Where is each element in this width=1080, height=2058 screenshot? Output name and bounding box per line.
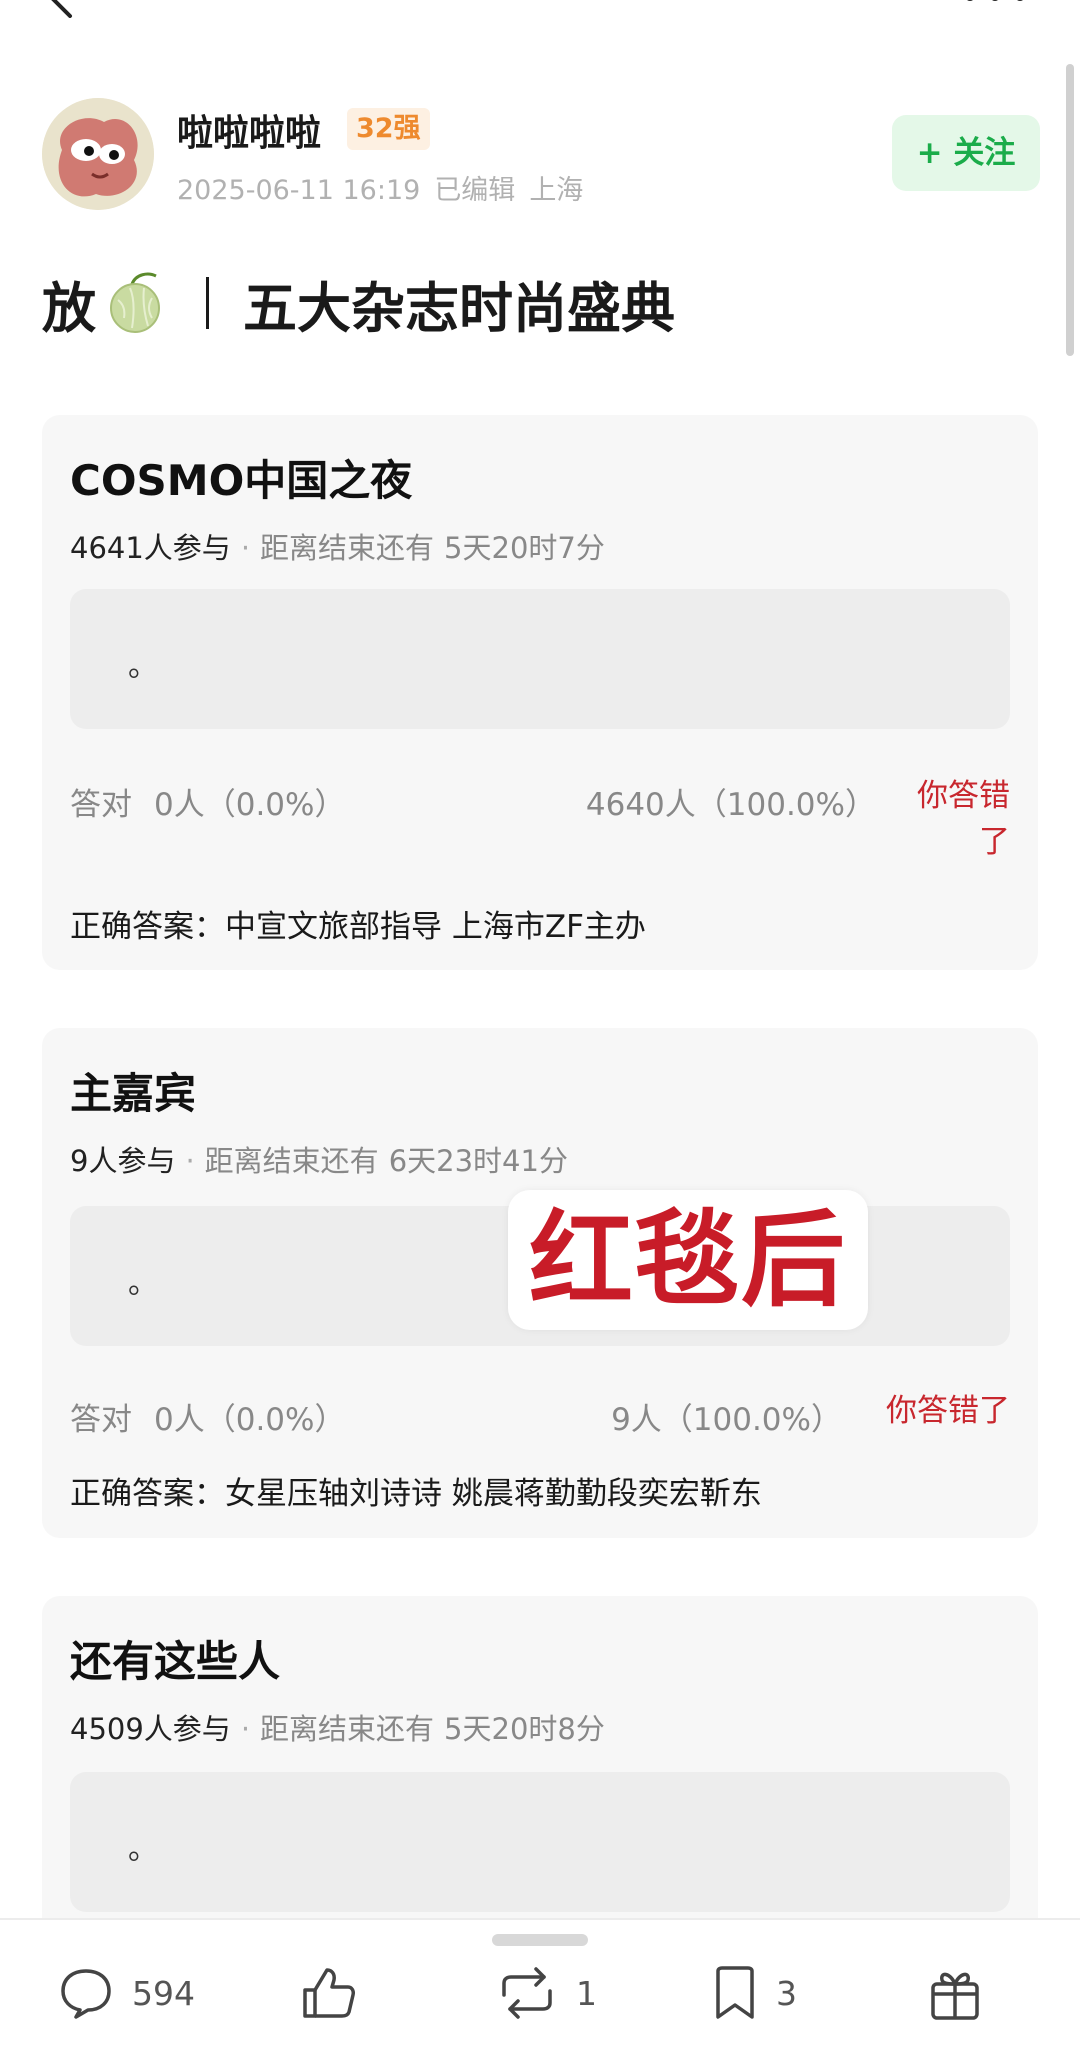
correct-result: 答对 0人（0.0%） xyxy=(70,1394,345,1439)
more-dots-icon[interactable] xyxy=(960,0,1030,8)
answer-text: 中宣文旅部指导 上海市ZF主办 xyxy=(225,909,646,945)
participant-count: 4641人参与 xyxy=(70,531,231,565)
avatar[interactable] xyxy=(42,98,154,210)
scrollbar[interactable] xyxy=(1066,64,1074,356)
bookmark-count: 3 xyxy=(776,1973,797,2013)
quiz-stats: 9人参与 · 距离结束还有 6天23时41分 xyxy=(70,1138,568,1180)
post-meta: 2025-06-11 16:19 已编辑 上海 xyxy=(177,168,597,207)
wrong-tag: 你答错了 xyxy=(886,1393,1010,1429)
bookmark-button[interactable]: 3 xyxy=(712,1958,797,2028)
participant-count: 9人参与 xyxy=(70,1144,176,1178)
correct-answer: 正确答案：中宣文旅部指导 上海市ZF主办 xyxy=(70,901,646,946)
correct-label: 答对 xyxy=(70,787,132,823)
rank-badge: 32强 xyxy=(347,108,430,150)
quiz-title: 还有这些人 xyxy=(70,1637,281,1686)
quiz-title: 主嘉宾 xyxy=(70,1069,197,1118)
quiz-stats: 4509人参与 · 距离结束还有 5天20时8分 xyxy=(70,1706,605,1748)
edited-label: 已编辑 xyxy=(434,175,516,206)
deadline-time: 5天20时7分 xyxy=(444,531,605,565)
answer-option[interactable]: 。 xyxy=(70,1772,1010,1912)
thumbs-up-icon xyxy=(303,1968,355,2018)
overlay-sticker: 红毯后 xyxy=(508,1190,868,1330)
answer-text: 女星压轴刘诗诗 姚晨蒋勤勤段奕宏靳东 xyxy=(225,1476,762,1512)
answer-label: 正确答案： xyxy=(70,1476,225,1512)
deadline-label: 距离结束还有 xyxy=(260,1712,435,1746)
post-date: 2025-06-11 16:19 xyxy=(177,175,421,206)
correct-answer: 正确答案：女星压轴刘诗诗 姚晨蒋勤勤段奕宏靳东 xyxy=(70,1468,762,1513)
correct-value: 0人（0.0%） xyxy=(154,1402,346,1438)
answer-label: 正确答案： xyxy=(70,909,225,945)
author-name[interactable]: 啦啦啦啦 xyxy=(177,104,321,156)
correct-value: 0人（0.0%） xyxy=(154,787,346,823)
repost-count: 1 xyxy=(576,1973,597,2013)
comment-count: 594 xyxy=(132,1973,195,2013)
repost-button[interactable]: 1 xyxy=(496,1958,597,2028)
quiz-title: COSMO中国之夜 xyxy=(70,456,413,505)
back-arrow-icon[interactable] xyxy=(40,0,80,18)
title-divider xyxy=(206,277,209,329)
quiz-card: COSMO中国之夜 4641人参与 · 距离结束还有 5天20时7分 。 答对 0人（0… xyxy=(42,415,1038,970)
dot-separator: · xyxy=(240,1712,251,1746)
drag-handle[interactable] xyxy=(492,1934,588,1946)
bookmark-icon xyxy=(716,1966,754,2019)
dot-separator: · xyxy=(185,1144,195,1178)
answer-option[interactable]: 。 xyxy=(70,589,1010,729)
correct-label: 答对 xyxy=(70,1402,132,1438)
deadline-label: 距离结束还有 xyxy=(260,531,435,565)
comment-button[interactable]: 594 xyxy=(58,1958,195,2028)
wrong-result: 9人（100.0%） xyxy=(611,1402,842,1438)
correct-result: 答对 0人（0.0%） xyxy=(70,779,345,824)
title-main: 五大杂志时尚盛典 xyxy=(243,276,675,340)
quiz-stats: 4641人参与 · 距离结束还有 5天20时7分 xyxy=(70,525,605,567)
wrong-tag: 你答错了 xyxy=(917,778,1010,860)
gift-button[interactable] xyxy=(928,1958,982,2028)
deadline-label: 距离结束还有 xyxy=(204,1144,379,1178)
repost-icon xyxy=(502,1967,552,2019)
post-title: 放 五大杂志时尚盛典 xyxy=(42,268,675,340)
author-header: 啦啦啦啦 32强 2025-06-11 16:19 已编辑 上海 + 关注 xyxy=(42,98,1042,213)
comment-icon xyxy=(61,1969,111,2019)
option-text: 。 xyxy=(128,649,158,684)
follow-button[interactable]: + 关注 xyxy=(892,115,1040,191)
bottom-action-bar: 594 1 3 xyxy=(0,1918,1080,2058)
like-button[interactable] xyxy=(300,1958,358,2028)
participant-count: 4509人参与 xyxy=(70,1712,231,1746)
gift-icon xyxy=(931,1972,979,2020)
deadline-time: 5天20时8分 xyxy=(444,1712,605,1746)
deadline-time: 6天23时41分 xyxy=(388,1144,568,1178)
dot-separator: · xyxy=(240,531,251,565)
option-text: 。 xyxy=(128,1266,158,1301)
post-location: 上海 xyxy=(529,175,584,206)
wrong-result: 4640人（100.0%） xyxy=(585,787,876,823)
melon-icon xyxy=(106,272,164,334)
option-text: 。 xyxy=(128,1832,158,1867)
title-prefix: 放 xyxy=(42,276,96,340)
